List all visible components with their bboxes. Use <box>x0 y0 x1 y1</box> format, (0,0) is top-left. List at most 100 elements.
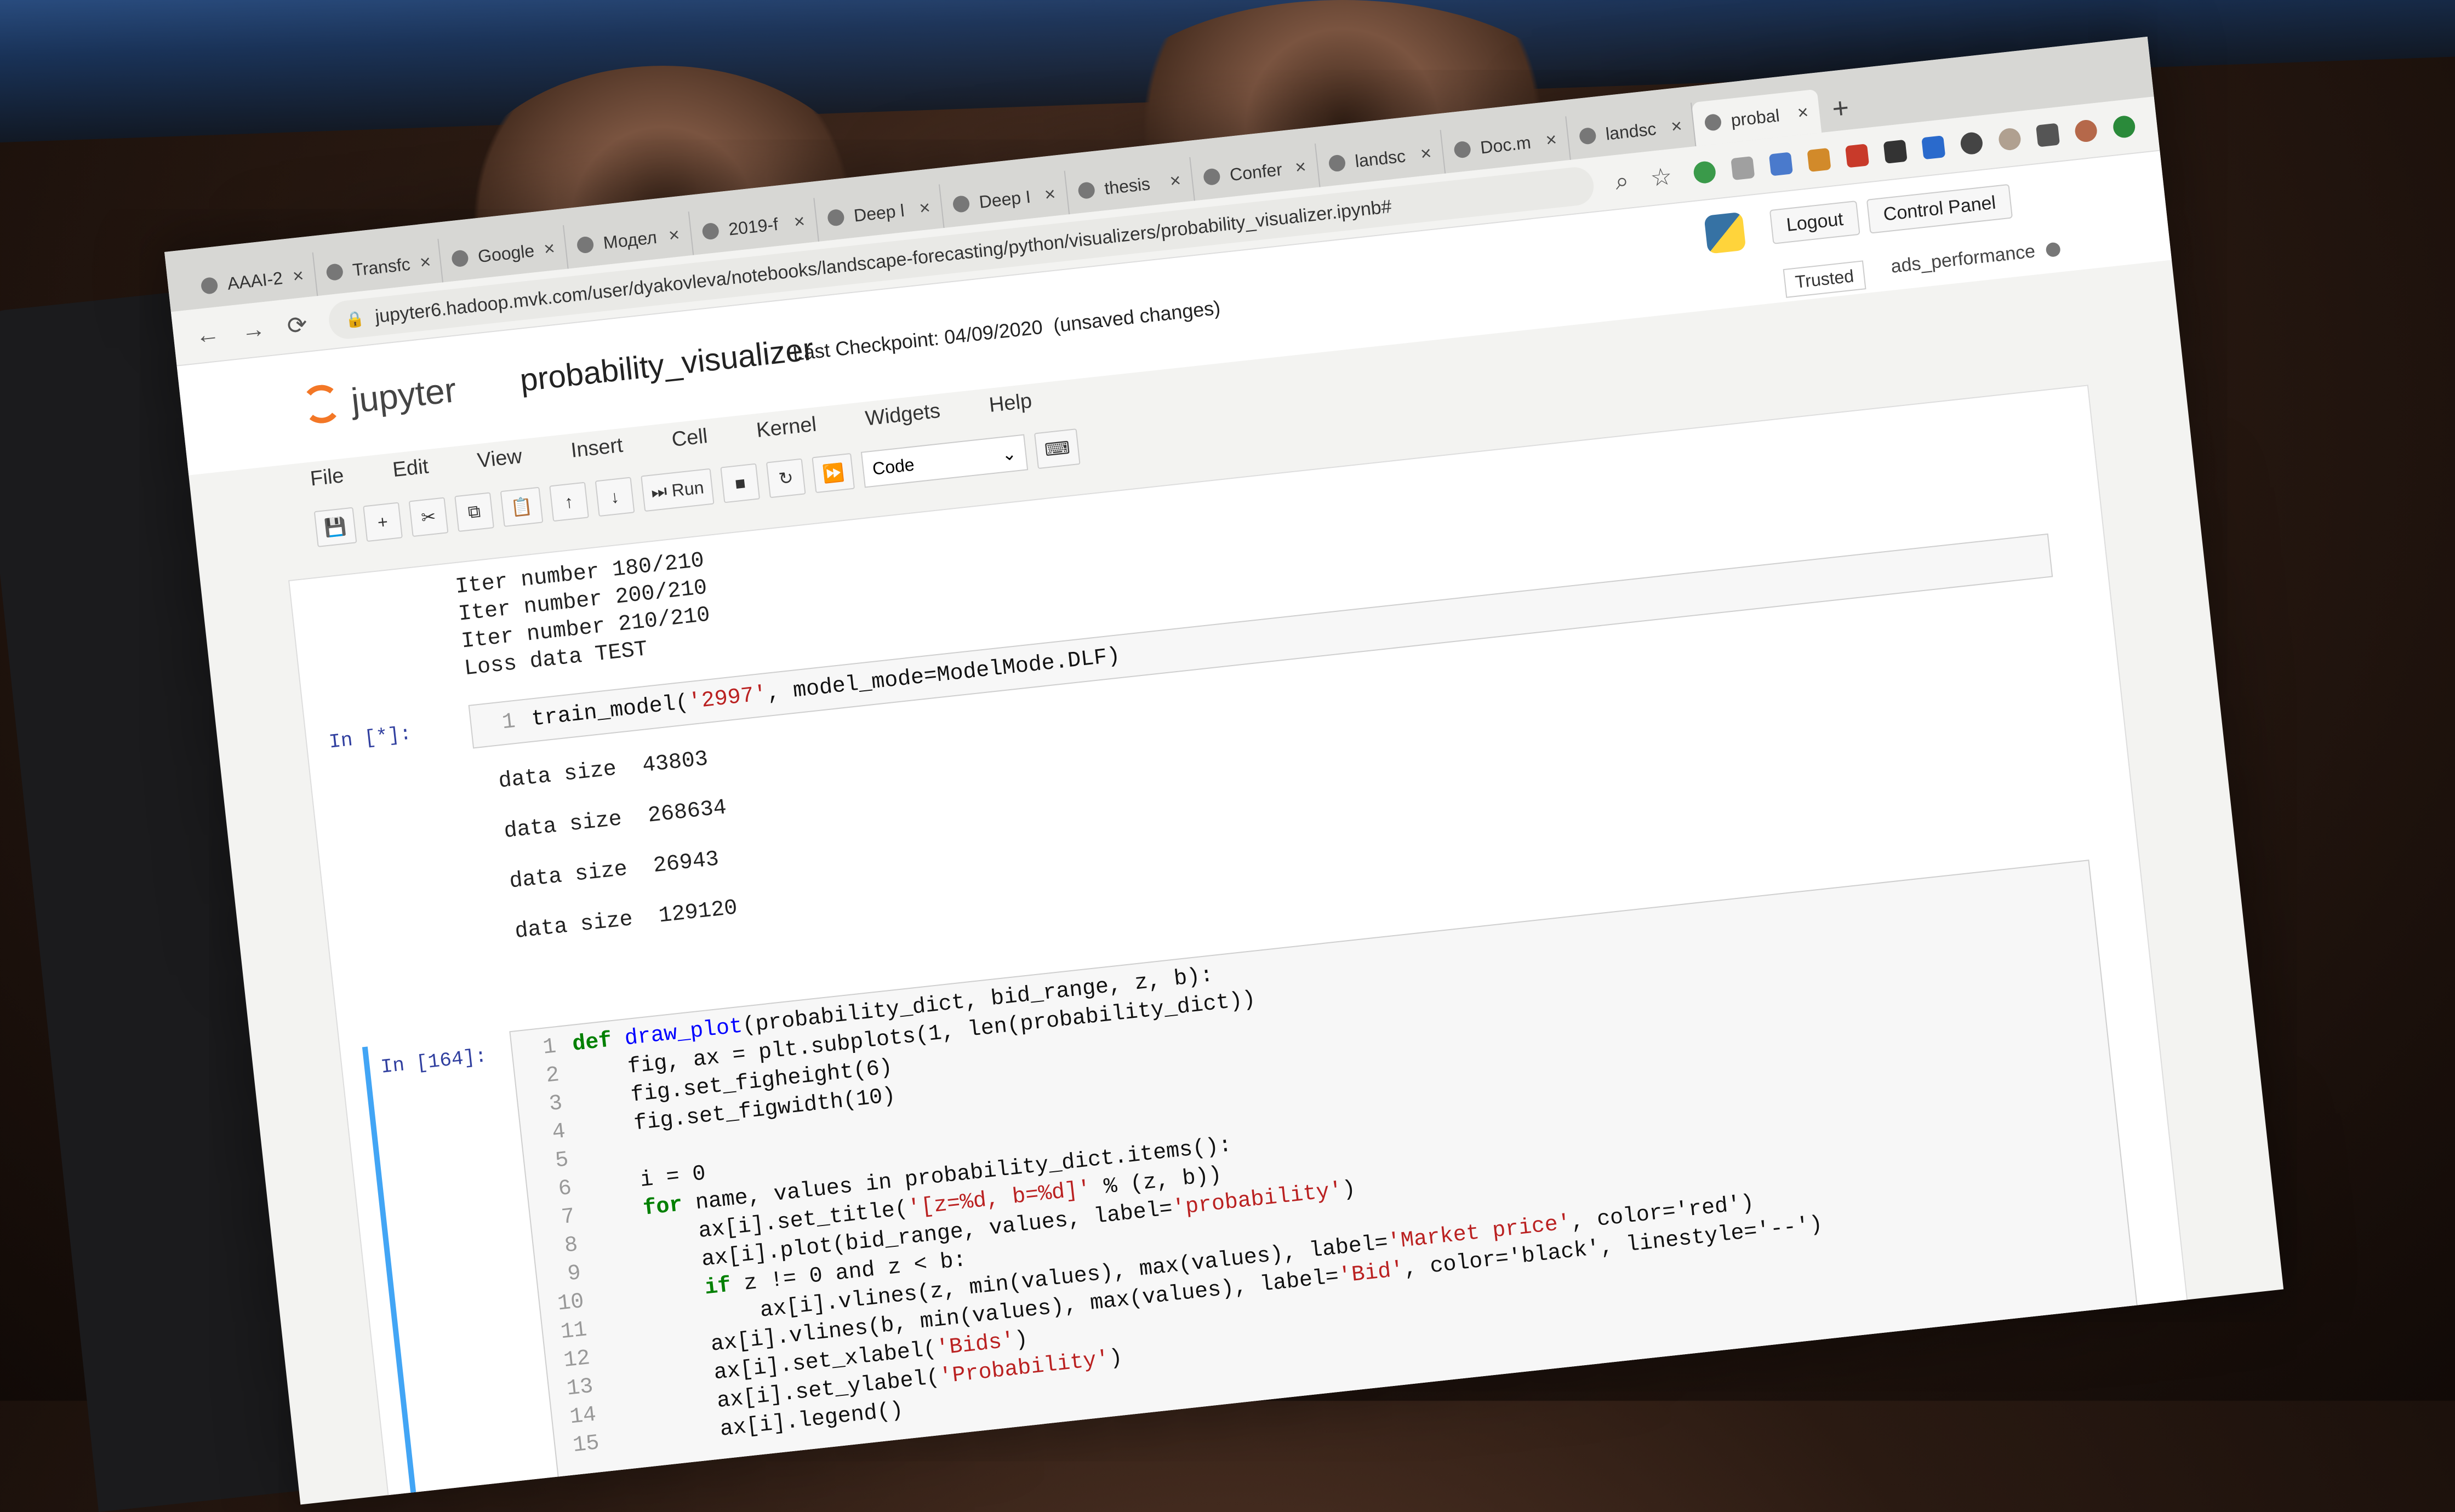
code-text: train_model( <box>530 690 690 732</box>
trusted-badge[interactable]: Trusted <box>1783 260 1866 298</box>
tab-label: 2019-f <box>727 214 779 239</box>
code-keyword: def <box>571 1027 626 1057</box>
extension-icon[interactable] <box>1883 139 1908 164</box>
cell-prompt: In [164]: <box>379 1045 488 1079</box>
bookmark-star-icon[interactable]: ☆ <box>1649 162 1674 192</box>
close-tab-icon[interactable]: × <box>1043 183 1057 205</box>
tab-favicon-icon <box>1328 154 1346 173</box>
menu-item-view[interactable]: View <box>476 445 523 473</box>
tab-label: AAAI-2 <box>226 267 284 294</box>
menu-item-file[interactable]: File <box>309 464 345 491</box>
checkpoint-text: Last Checkpoint: 04/09/2020 <box>791 315 1044 365</box>
close-tab-icon[interactable]: × <box>1545 129 1558 151</box>
line-number: 15 <box>572 1431 601 1459</box>
restart-icon[interactable]: ↻ <box>766 458 806 499</box>
close-tab-icon[interactable]: × <box>793 210 806 233</box>
fast-forward-icon[interactable]: ⏩ <box>812 453 855 494</box>
browser-window: AAAI-2 × Transfc × Google × Модел × 2019-f × Deep … <box>164 36 2284 1505</box>
tab-favicon-icon <box>450 249 469 268</box>
line-number: 8 <box>563 1233 579 1259</box>
control-panel-button[interactable]: Control Panel <box>1866 184 2013 234</box>
notebook-title[interactable]: probability_visualizer <box>518 330 815 399</box>
extension-icon[interactable] <box>1997 127 2022 152</box>
profile-avatar[interactable] <box>2074 118 2098 144</box>
tab-favicon-icon <box>576 236 595 254</box>
zoom-icon[interactable]: ⌕ <box>1614 167 1630 196</box>
line-number: 11 <box>559 1318 589 1345</box>
extension-icon[interactable] <box>1692 160 1717 185</box>
logout-button[interactable]: Logout <box>1769 200 1860 244</box>
code-string: 'Bid' <box>1337 1257 1406 1290</box>
extension-icon[interactable] <box>1845 144 1870 168</box>
jupyter-logo[interactable]: jupyter <box>300 369 458 426</box>
unsaved-text: (unsaved changes) <box>1052 296 1221 337</box>
close-tab-icon[interactable]: × <box>1169 170 1182 192</box>
run-button[interactable]: ⏭ Run <box>640 468 715 512</box>
tab-favicon-icon <box>1077 181 1096 200</box>
tab-label: Transfc <box>351 254 412 280</box>
close-tab-icon[interactable]: × <box>419 251 432 273</box>
run-icon: ⏭ <box>650 480 673 502</box>
code-text: ) <box>1108 1345 1124 1372</box>
tab-favicon-icon <box>952 194 970 213</box>
sync-icon[interactable] <box>2112 114 2137 139</box>
line-number: 2 <box>545 1063 561 1089</box>
run-label: Run <box>670 477 705 500</box>
move-up-icon[interactable]: ↑ <box>549 482 589 522</box>
puzzle-icon[interactable] <box>2036 123 2060 147</box>
menu-item-edit[interactable]: Edit <box>391 455 430 482</box>
line-number: 1 <box>501 709 517 736</box>
close-tab-icon[interactable]: × <box>1294 156 1307 179</box>
menu-item-help[interactable]: Help <box>988 390 1033 417</box>
extension-icon[interactable] <box>1768 152 1793 176</box>
cell-type-value: Code <box>871 454 916 479</box>
line-number: 5 <box>554 1148 570 1174</box>
extension-icon[interactable] <box>1921 135 1946 160</box>
menu-item-insert[interactable]: Insert <box>570 434 624 463</box>
tab-favicon-icon <box>1453 140 1472 159</box>
cut-icon[interactable]: ✂ <box>408 497 449 537</box>
extension-icon[interactable] <box>1807 147 1831 172</box>
kernel-name: ads_performance <box>1889 240 2036 277</box>
add-cell-icon[interactable]: + <box>363 502 403 542</box>
notebook-container: Iter number 180/210 Iter number 200/210 It… <box>288 385 2189 1505</box>
code-line: 1 train_model('2997', model_mode=ModelMod… <box>481 542 2040 740</box>
code-string <box>584 1146 586 1171</box>
close-tab-icon[interactable]: × <box>1419 142 1432 165</box>
save-icon[interactable]: 💾 <box>313 507 357 547</box>
menu-item-widgets[interactable]: Widgets <box>864 399 941 431</box>
close-tab-icon[interactable]: × <box>667 224 681 247</box>
lock-icon: 🔒 <box>344 309 366 329</box>
forward-icon[interactable]: → <box>240 315 267 345</box>
back-icon[interactable]: ← <box>194 320 221 350</box>
cell-output: data size 43803 data size 268634 data size… <box>496 733 740 958</box>
close-tab-icon[interactable]: × <box>918 197 932 219</box>
close-tab-icon[interactable]: × <box>292 265 305 287</box>
paste-icon[interactable]: 📋 <box>500 486 544 528</box>
tab-label: thesis <box>1103 173 1151 198</box>
keyboard-icon[interactable]: ⌨ <box>1034 428 1081 469</box>
tab-label: Модел <box>602 227 658 253</box>
checkpoint-status: Last Checkpoint: 04/09/2020 (unsaved cha… <box>792 296 1222 365</box>
tab-favicon-icon <box>1704 113 1722 131</box>
previous-output: Iter number 180/210 Iter number 200/210 It… <box>454 547 715 683</box>
tab-label: Google <box>477 240 535 266</box>
close-tab-icon[interactable]: × <box>1670 115 1683 138</box>
extension-icon[interactable] <box>1959 131 1984 156</box>
move-down-icon[interactable]: ↓ <box>595 477 635 517</box>
new-tab-button[interactable]: + <box>1817 84 1865 133</box>
stop-icon[interactable]: ■ <box>720 463 761 503</box>
reload-icon[interactable]: ⟳ <box>286 310 309 340</box>
menu-item-kernel[interactable]: Kernel <box>755 413 818 443</box>
copy-icon[interactable]: ⧉ <box>454 492 494 532</box>
close-tab-icon[interactable]: × <box>543 238 556 260</box>
close-tab-icon[interactable]: × <box>1796 101 1809 124</box>
extension-icon[interactable] <box>1731 156 1755 181</box>
menu-item-cell[interactable]: Cell <box>671 425 709 452</box>
line-number: 14 <box>568 1402 598 1430</box>
cell-type-select[interactable]: Code ⌄ <box>860 434 1029 488</box>
tab-label: Confer <box>1229 159 1283 185</box>
tab-favicon-icon <box>826 208 845 227</box>
tab-favicon-icon <box>326 263 344 282</box>
